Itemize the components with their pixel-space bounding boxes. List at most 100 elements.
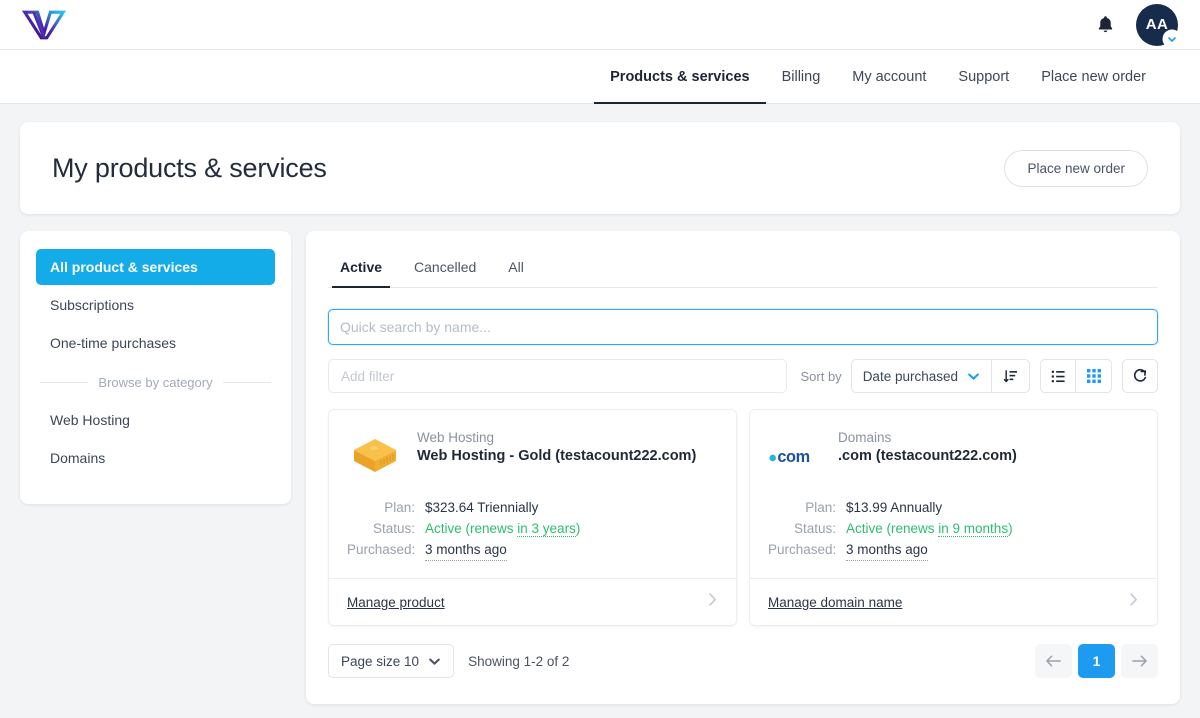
page-title: My products & services (52, 152, 327, 183)
content-columns: All product & services Subscriptions One… (20, 231, 1180, 704)
page-size-select[interactable]: Page size 10 (328, 644, 455, 678)
divider-label: Browse by category (98, 375, 213, 390)
tab-label: Active (340, 259, 383, 275)
pagination-bar: Page size 10 Showing 1-2 of 2 1 (328, 644, 1158, 678)
status-renewal-link[interactable]: in 9 months (938, 521, 1009, 537)
nav-item-support[interactable]: Support (942, 50, 1025, 103)
status-label: Status: (793, 521, 836, 536)
page-number: 1 (1092, 653, 1101, 669)
tab-active[interactable]: Active (328, 251, 394, 288)
sidebar-item-web-hosting[interactable]: Web Hosting (36, 402, 275, 438)
svg-text:com: com (777, 448, 809, 466)
product-status-row: Status: Active (renews in 3 years) (347, 519, 718, 539)
arrow-left-icon (1046, 655, 1061, 667)
status-suffix: ) (575, 521, 581, 536)
chevron-right-glyph (709, 593, 716, 606)
product-name: .com (testacount222.com) (838, 448, 1017, 464)
chevron-right-glyph (1130, 593, 1137, 606)
sidebar-item-label: Subscriptions (50, 297, 135, 313)
tab-cancelled[interactable]: Cancelled (402, 251, 488, 287)
nav-item-products-services[interactable]: Products & services (594, 50, 767, 104)
place-new-order-button[interactable]: Place new order (1004, 149, 1148, 187)
manage-product-link[interactable]: Manage product (347, 595, 445, 610)
status-label: Status: (372, 521, 415, 536)
status-badge: Active (renews in 9 months) (846, 519, 1013, 539)
nav-item-place-new-order[interactable]: Place new order (1025, 50, 1162, 103)
product-card[interactable]: com Domains .com (testacount222.com) Pla… (749, 409, 1158, 626)
nav-label: My account (852, 68, 927, 85)
status-tabs: Active Cancelled All (328, 251, 1158, 288)
purchased-value[interactable]: 3 months ago (425, 540, 507, 561)
product-purchased-row: Purchased: 3 months ago (347, 540, 718, 561)
bell-icon (1098, 16, 1112, 33)
next-page-button[interactable] (1121, 644, 1158, 678)
product-card[interactable]: Web Hosting Web Hosting - Gold (testacou… (328, 409, 737, 626)
previous-page-button[interactable] (1035, 644, 1072, 678)
plan-label: Plan: (805, 500, 836, 515)
list-view-button[interactable] (1040, 359, 1076, 393)
grid-view-icon (1086, 369, 1101, 383)
manage-domain-link[interactable]: Manage domain name (768, 595, 902, 610)
tab-label: Cancelled (414, 259, 477, 275)
product-details: Plan: $13.99 Annually Status: Active (re… (750, 498, 1157, 578)
product-name: Web Hosting - Gold (testacount222.com) (417, 448, 697, 464)
divider-line-right (222, 382, 272, 383)
refresh-icon (1133, 368, 1147, 382)
divider-line-left (40, 382, 89, 383)
product-status-row: Status: Active (renews in 9 months) (768, 519, 1139, 539)
sidebar-item-label: Web Hosting (50, 412, 130, 428)
grid-view-button[interactable] (1076, 359, 1112, 393)
sort-select[interactable]: Date purchased (850, 359, 992, 393)
dotcom-logo-icon: com (768, 428, 824, 484)
notifications-button[interactable] (1090, 10, 1120, 40)
sidebar: All product & services Subscriptions One… (20, 231, 291, 504)
sidebar-item-subscriptions[interactable]: Subscriptions (36, 287, 275, 323)
arrow-right-icon (1132, 655, 1147, 667)
purchased-value[interactable]: 3 months ago (846, 540, 928, 561)
page-button-1[interactable]: 1 (1078, 644, 1115, 678)
sidebar-item-label: One-time purchases (50, 335, 177, 351)
nav-item-my-account[interactable]: My account (836, 50, 942, 103)
page-header-card: My products & services Place new order (20, 122, 1180, 214)
nav-item-billing[interactable]: Billing (766, 50, 837, 103)
product-category: Domains (838, 430, 892, 445)
nav-label: Billing (781, 68, 821, 85)
product-card-footer: Manage product (329, 578, 736, 625)
sort-by-label: Sort by (800, 368, 842, 384)
chevron-down-icon[interactable] (1164, 30, 1180, 47)
account-menu[interactable]: AA (1136, 3, 1180, 47)
sidebar-item-label: Domains (50, 450, 106, 466)
product-card-titles: Domains .com (testacount222.com) (838, 428, 1017, 484)
brand-logo[interactable] (22, 9, 66, 41)
sidebar-item-domains[interactable]: Domains (36, 440, 275, 476)
hosting-box-icon (347, 428, 403, 484)
main-navigation: Products & services Billing My account S… (0, 50, 1200, 104)
sidebar-item-one-time-purchases[interactable]: One-time purchases (36, 325, 275, 361)
product-card-titles: Web Hosting Web Hosting - Gold (testacou… (417, 428, 696, 484)
brand-logo-icon (22, 10, 66, 39)
chevron-right-icon[interactable] (1128, 592, 1139, 612)
product-plan-row: Plan: $13.99 Annually (768, 498, 1139, 518)
nav-label: Place new order (1041, 68, 1146, 85)
browse-by-category-divider: Browse by category (40, 375, 272, 390)
chevron-right-icon[interactable] (707, 592, 718, 612)
sort-descending-icon (1003, 369, 1018, 382)
products-panel: Active Cancelled All Sort by Date purcha… (306, 231, 1180, 704)
status-prefix: Active (renews (846, 521, 939, 536)
sort-control-group: Date purchased (850, 359, 1030, 393)
search-input[interactable] (328, 309, 1158, 345)
tab-all[interactable]: All (496, 251, 536, 287)
refresh-button[interactable] (1122, 359, 1158, 393)
chevron-down-icon (968, 373, 979, 380)
sort-direction-button[interactable] (992, 359, 1030, 393)
sidebar-item-label: All product & services (50, 259, 198, 275)
add-filter-input[interactable] (328, 359, 787, 393)
page-content: My products & services Place new order A… (0, 104, 1200, 704)
sidebar-item-all-products[interactable]: All product & services (36, 249, 275, 285)
top-bar: AA (0, 0, 1200, 50)
status-suffix: ) (1008, 521, 1013, 536)
status-renewal-link[interactable]: in 3 years (517, 521, 576, 537)
page-size-label: Page size 10 (341, 653, 420, 669)
chevron-down-icon (429, 658, 440, 665)
showing-count: Showing 1-2 of 2 (468, 653, 570, 669)
